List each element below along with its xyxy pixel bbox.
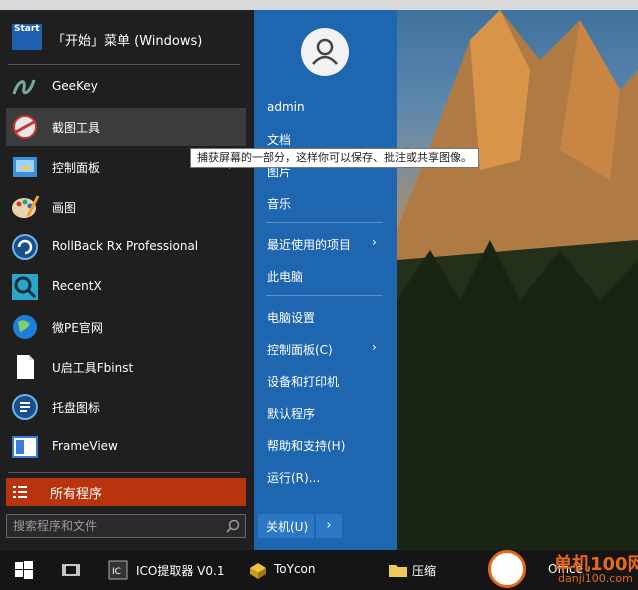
recentx-icon — [12, 274, 38, 300]
document-icon — [17, 355, 34, 379]
tray-icon — [12, 394, 38, 420]
program-item-paint[interactable]: 画图 — [6, 188, 246, 226]
task-view-button[interactable] — [56, 550, 90, 590]
program-item-tray[interactable]: 托盘图标 — [6, 388, 246, 426]
shutdown-button[interactable]: 关机(U) — [258, 514, 314, 538]
task-view-icon — [62, 564, 80, 576]
start-menu: Start 「开始」菜单 (Windows) GeeKey 截图工具 控制面板 … — [0, 10, 397, 550]
taskbar-app-compress[interactable]: 压缩 — [384, 550, 484, 590]
link-devices-printers[interactable]: 设备和打印机 — [267, 373, 339, 390]
menu-header: Start 「开始」菜单 (Windows) — [6, 24, 246, 54]
folder-icon — [389, 565, 407, 577]
link-music[interactable]: 音乐 — [267, 195, 291, 212]
start-menu-left-panel: Start 「开始」菜单 (Windows) GeeKey 截图工具 控制面板 … — [0, 10, 254, 550]
shutdown-options-button[interactable]: › — [316, 514, 342, 538]
user-name-link[interactable]: admin — [267, 100, 305, 114]
link-control-panel[interactable]: 控制面板(C) — [267, 341, 333, 358]
menu-title: 「开始」菜单 (Windows) — [52, 34, 203, 49]
link-pc-settings[interactable]: 电脑设置 — [267, 309, 315, 326]
taskbar-app-ico-extractor[interactable]: IC ICO提取器 V0.1 — [104, 550, 234, 590]
top-window-strip — [0, 0, 638, 10]
divider — [8, 64, 240, 65]
start-logo-icon: Start — [12, 24, 42, 50]
program-item-geekey[interactable]: GeeKey — [6, 68, 246, 106]
tooltip: 捕获屏幕的一部分，这样你可以保存、批注或共享图像。 — [190, 148, 479, 168]
submenu-arrow-icon: › — [372, 235, 377, 249]
geekey-icon — [12, 79, 36, 95]
divider — [266, 295, 383, 296]
toycon-icon — [250, 563, 266, 579]
start-menu-right-panel: admin 文档 图片 音乐 最近使用的项目 › 此电脑 电脑设置 控制面板(C… — [254, 10, 397, 550]
avatar[interactable] — [301, 28, 349, 76]
watermark-logo: 单机100网 danji100.com — [488, 548, 638, 590]
windows-logo-icon — [15, 561, 33, 579]
link-help-support[interactable]: 帮助和支持(H) — [267, 437, 345, 454]
search-input[interactable] — [13, 517, 213, 535]
globe-icon — [13, 315, 37, 339]
user-icon — [312, 38, 338, 65]
list-icon — [13, 486, 27, 498]
rollback-icon — [12, 234, 38, 260]
divider — [266, 222, 383, 223]
shutdown-group: 关机(U) › — [258, 514, 342, 538]
program-item-snipping-tool[interactable]: 截图工具 — [6, 108, 246, 146]
link-this-pc[interactable]: 此电脑 — [267, 268, 303, 285]
svg-text:IC: IC — [112, 567, 121, 577]
search-box — [6, 514, 246, 538]
frameview-icon — [12, 436, 38, 458]
submenu-arrow-icon: › — [372, 340, 377, 354]
program-item-recentx[interactable]: RecentX — [6, 268, 246, 306]
taskbar-app-toycon[interactable]: ToYcon — [244, 550, 364, 590]
link-default-programs[interactable]: 默认程序 — [267, 405, 315, 422]
link-documents[interactable]: 文档 — [267, 131, 291, 148]
program-item-wepe[interactable]: 微PE官网 — [6, 308, 246, 346]
snipping-tool-icon — [13, 115, 37, 139]
divider — [8, 472, 240, 473]
watermark-circle-icon — [488, 550, 526, 588]
program-item-frameview[interactable]: FrameView — [6, 428, 246, 466]
search-icon[interactable] — [225, 518, 241, 534]
paint-icon — [12, 195, 40, 218]
program-item-fbinst[interactable]: U启工具Fbinst — [6, 348, 246, 386]
all-programs-button[interactable]: 所有程序 — [6, 478, 246, 506]
link-recent-items[interactable]: 最近使用的项目 — [267, 236, 351, 253]
program-item-rollback[interactable]: RollBack Rx Professional — [6, 228, 246, 266]
start-button[interactable] — [10, 550, 40, 590]
control-panel-icon — [13, 157, 37, 177]
ico-extractor-icon: IC — [108, 560, 128, 580]
link-run[interactable]: 运行(R)... — [267, 469, 320, 486]
